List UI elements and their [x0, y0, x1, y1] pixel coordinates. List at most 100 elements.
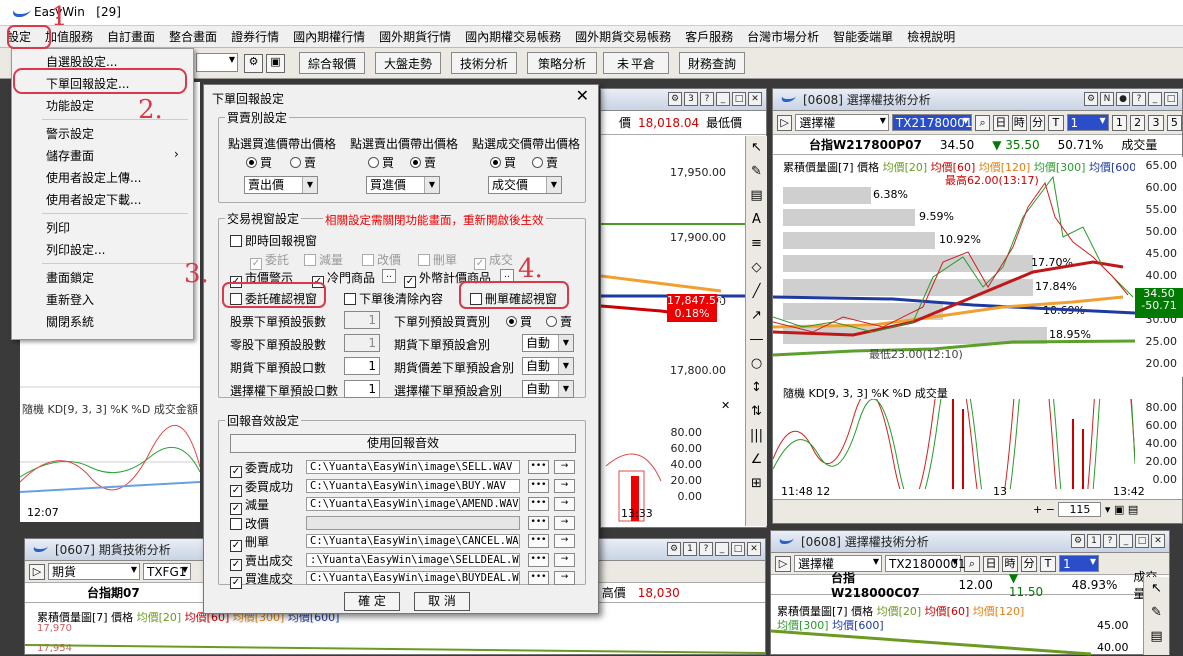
menu-6[interactable]: 國外期貨行情 [372, 27, 458, 47]
play-sound-icon[interactable]: → [554, 534, 575, 548]
close-icon[interactable]: ✕ [1151, 534, 1165, 548]
play-sound-icon[interactable]: → [554, 552, 575, 567]
use-report-sound-button[interactable]: 使用回報音效 [230, 434, 576, 453]
page-button-1[interactable]: 1 [1111, 114, 1127, 131]
settings-menu-item-4[interactable]: 儲存畫面 [46, 147, 94, 164]
col3-buy-radio[interactable]: 買 [490, 154, 516, 171]
toolbar-button-close-position[interactable]: 未平倉 [603, 52, 669, 74]
menu-12[interactable]: 檢視說明 [900, 27, 962, 47]
browse-button[interactable]: ••• [528, 534, 549, 548]
deal-price-select[interactable]: 成交價 ▼ [488, 176, 562, 194]
info-icon[interactable]: ? [700, 92, 714, 106]
futures-position-select[interactable]: 自動 ▼ [522, 334, 574, 352]
toolbar-button-index[interactable]: 大盤走勢 [375, 52, 441, 74]
code-select[interactable]: TX21800001 [885, 555, 966, 572]
menu-10[interactable]: 台灣市場分析 [740, 27, 826, 47]
order-bar-buy-radio[interactable]: 買 [506, 313, 532, 330]
sub-option-deal[interactable]: ✓ 成交 [474, 251, 513, 270]
futures-spread-position-select[interactable]: 自動 ▼ [522, 357, 574, 375]
settings-menu-item-6[interactable]: 使用者設定下載... [46, 191, 141, 208]
info-icon[interactable]: ? [1132, 92, 1146, 106]
cancel-button[interactable]: 取 消 [414, 592, 470, 611]
play-sound-icon[interactable]: → [554, 478, 575, 493]
minimize-icon[interactable]: _ [1148, 92, 1162, 106]
sub-option-modify[interactable]: 改價 [362, 251, 401, 268]
settings-menu-item-11[interactable]: 關閉系統 [46, 313, 94, 330]
sell-price-select[interactable]: 買進價 ▼ [366, 176, 440, 194]
realtime-report-checkbox[interactable]: 即時回報視窗 [230, 232, 317, 249]
settings-icon[interactable]: ⚙ [668, 92, 682, 106]
close-icon[interactable]: ✕ [747, 542, 761, 556]
search-icon[interactable]: ⌕ [964, 555, 980, 572]
page-button-3[interactable]: 3 [1148, 114, 1164, 131]
product-select[interactable]: 選擇權 [795, 114, 889, 131]
settings-menu-item-2[interactable]: 功能設定 [46, 97, 94, 114]
hour-button[interactable]: 時 [1002, 555, 1018, 572]
sound-path-input[interactable]: C:\Yuanta\EasyWin\image\AMEND.WAV [306, 497, 520, 511]
clear-after-order-checkbox[interactable]: 下單後清除內容 [344, 290, 443, 307]
N-icon[interactable]: N [1100, 92, 1114, 106]
minimize-icon[interactable]: _ [716, 92, 730, 106]
sound-checkbox-0[interactable]: ✓ 委賣成功 [230, 459, 293, 478]
toolbar-combo[interactable] [196, 53, 238, 72]
gear-icon[interactable]: ⚙ [244, 54, 263, 73]
maximize-icon[interactable]: □ [1135, 534, 1149, 548]
stock-qty-input[interactable]: 1 [344, 311, 380, 329]
cold-product-more-button[interactable]: .. [382, 269, 396, 283]
product-select[interactable]: 選擇權 [794, 555, 882, 572]
menu-8[interactable]: 國外期貨交易帳務 [568, 27, 678, 47]
day-button[interactable]: 日 [993, 114, 1009, 131]
sound-path-input[interactable]: :\Yuanta\EasyWin\image\SELLDEAL.WAV [306, 552, 520, 567]
code-select[interactable]: TX21780001 [891, 114, 973, 131]
hour-button[interactable]: 時 [1011, 114, 1027, 131]
settings-icon[interactable]: ⚙ [1071, 534, 1085, 548]
period-select[interactable]: 1 [1059, 555, 1099, 572]
options-position-select[interactable]: 自動 ▼ [522, 380, 574, 398]
chart-scrollbar[interactable]: + − 115 ▾ ▣ ▤ [773, 499, 1182, 523]
sound-path-input[interactable]: C:\Yuanta\EasyWin\image\BUYDEAL.WAV [306, 571, 520, 585]
buy-price-select[interactable]: 賣出價 ▼ [244, 176, 318, 194]
play-icon[interactable]: ▷ [29, 563, 45, 580]
futures-qty-input[interactable]: 1 [344, 357, 380, 375]
col2-sell-radio[interactable]: 賣 [410, 154, 436, 171]
search-icon[interactable]: ⌕ [974, 114, 991, 131]
sound-path-input[interactable] [306, 515, 520, 530]
zoom-value[interactable]: 115 [1058, 502, 1102, 517]
sound-checkbox-1[interactable]: ✓ 委買成功 [230, 478, 293, 497]
toolbar-button-finance[interactable]: 財務查詢 [679, 52, 745, 74]
odd-qty-input[interactable]: 1 [344, 334, 380, 352]
ok-button[interactable]: 確 定 [344, 592, 400, 611]
toolbar-button-quote[interactable]: 綜合報價 [299, 52, 365, 74]
minimize-icon[interactable]: _ [1119, 534, 1133, 548]
day-button[interactable]: 日 [983, 555, 999, 572]
menu-2[interactable]: 自訂畫面 [100, 27, 162, 47]
menu-3[interactable]: 整合畫面 [162, 27, 224, 47]
minute-button[interactable]: 分 [1029, 114, 1046, 131]
col2-buy-radio[interactable]: 買 [368, 154, 394, 171]
sound-checkbox-3[interactable]: 改價 [230, 515, 269, 532]
page-icon[interactable]: ● [1116, 92, 1130, 106]
info-icon[interactable]: ? [1103, 534, 1117, 548]
sub-option-delete[interactable]: 刪單 [418, 251, 457, 268]
drawing-toolbar[interactable]: ↖ ✎ ▤ [1143, 577, 1169, 655]
period-select[interactable]: 1 [1066, 114, 1109, 131]
page-icon[interactable]: 1 [1087, 534, 1101, 548]
toolbar-button-strategy[interactable]: 策略分析 [527, 52, 597, 74]
settings-icon[interactable]: ⚙ [1084, 92, 1098, 106]
sound-checkbox-4[interactable]: ✓ 刪單 [230, 533, 269, 552]
sound-path-input[interactable]: C:\Yuanta\EasyWin\image\BUY.WAV [306, 478, 520, 493]
page-icon[interactable]: 3 [684, 92, 698, 106]
sound-checkbox-2[interactable]: ✓ 減量 [230, 496, 269, 515]
settings-menu-item-8[interactable]: 列印設定... [46, 241, 105, 258]
settings-menu-item-9[interactable]: 畫面鎖定 [46, 269, 94, 286]
maximize-icon[interactable]: □ [1164, 92, 1178, 106]
menu-4[interactable]: 證券行情 [224, 27, 286, 47]
play-sound-icon[interactable]: → [554, 460, 575, 474]
menu-11[interactable]: 智能委端單 [826, 27, 900, 47]
toolbar-button-technical[interactable]: 技術分析 [451, 52, 517, 74]
col3-sell-radio[interactable]: 賣 [532, 154, 558, 171]
page-button-5[interactable]: 5 [1166, 114, 1182, 131]
browse-button[interactable]: ••• [528, 552, 549, 567]
close-icon[interactable]: ✕ [748, 92, 762, 106]
browse-button[interactable]: ••• [528, 571, 549, 585]
